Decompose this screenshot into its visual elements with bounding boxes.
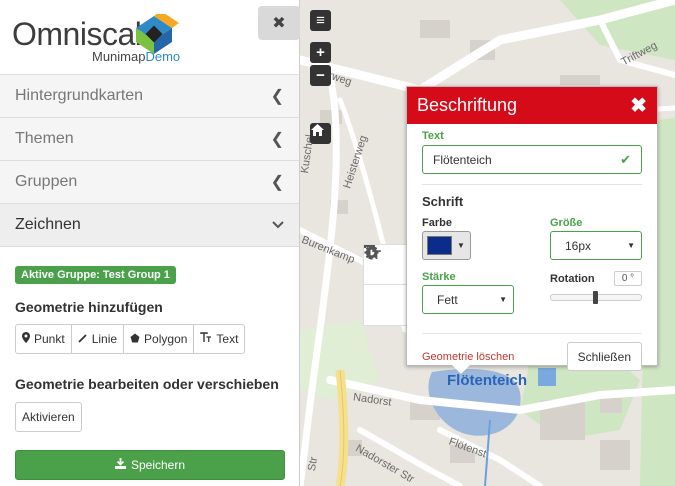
rotation-label: Rotation xyxy=(550,272,595,285)
section-label: Gruppen xyxy=(15,173,78,190)
button-label: Linie xyxy=(91,332,118,346)
label-text-input[interactable]: Flötenteich ✔ xyxy=(422,145,642,174)
caret-down-icon: ▼ xyxy=(457,241,465,250)
save-label: Speichern xyxy=(130,458,186,472)
color-label: Farbe xyxy=(422,217,452,229)
logo-mark-icon xyxy=(136,14,179,54)
activate-edit-button[interactable]: Aktivieren xyxy=(15,402,82,432)
label-dialog: Beschriftung ✖ Text Flötenteich ✔ Schrif… xyxy=(406,86,658,374)
dialog-body: Text Flötenteich ✔ Schrift Farbe ▼ Größe… xyxy=(407,124,657,371)
close-icon[interactable]: ✖ xyxy=(630,93,647,118)
font-size-value: 16px xyxy=(565,238,592,253)
rotation-value: 0 ° xyxy=(614,271,642,286)
sidebar: Omniscale MunimapDemo ✖ Hintergrundkarte… xyxy=(0,0,300,486)
size-label: Größe xyxy=(550,217,583,229)
save-button[interactable]: Speichern xyxy=(15,450,285,480)
section-label: Hintergrundkarten xyxy=(15,87,144,104)
draw-panel: Aktive Gruppe: Test Group 1 Geometrie hi… xyxy=(0,247,299,480)
section-gruppen[interactable]: Gruppen ❮ xyxy=(0,161,299,204)
button-label: Polygon xyxy=(144,332,188,346)
label-text-value: Flötenteich xyxy=(433,152,492,167)
caret-down-icon: ▼ xyxy=(499,295,507,304)
section-zeichnen[interactable]: Zeichnen xyxy=(0,204,299,247)
font-weight-select[interactable]: Fett ▼ xyxy=(422,285,514,314)
map-label-str: Str xyxy=(305,456,321,472)
zoom-in-icon[interactable]: + xyxy=(310,42,331,63)
button-label: Text xyxy=(216,332,239,346)
font-weight-value: Fett xyxy=(437,292,458,307)
edit-geometry-title: Geometrie bearbeiten oder verschieben xyxy=(15,376,279,392)
divider xyxy=(422,333,642,334)
add-line-button[interactable]: Linie xyxy=(71,324,125,354)
menu-icon[interactable]: ≡ xyxy=(310,10,331,31)
chevron-down-icon xyxy=(272,216,284,234)
color-swatch xyxy=(427,236,452,255)
pencil-icon xyxy=(78,332,88,346)
text-size-icon xyxy=(200,332,212,346)
close-dialog-button[interactable]: Schließen xyxy=(566,342,642,371)
map-feature-label[interactable]: Flötenteich xyxy=(447,372,527,389)
active-group-badge: Aktive Gruppe: Test Group 1 xyxy=(15,266,176,284)
logo-area: Omniscale MunimapDemo ✖ xyxy=(0,0,300,75)
text-size-icon[interactable] xyxy=(364,245,406,325)
close-sidebar-button[interactable]: ✖ xyxy=(258,6,300,40)
caret-down-icon: ▼ xyxy=(627,241,635,250)
add-point-button[interactable]: Punkt xyxy=(15,324,72,354)
zoom-out-icon[interactable]: − xyxy=(310,65,331,86)
text-label: Text xyxy=(422,130,444,142)
check-icon: ✔ xyxy=(620,151,631,167)
delete-geometry-link[interactable]: Geometrie löschen xyxy=(422,351,514,363)
add-text-button[interactable]: Text xyxy=(194,324,246,354)
chevron-left-icon: ❮ xyxy=(270,131,284,148)
draw-side-toolbar xyxy=(363,244,407,326)
color-size-row: Farbe ▼ Größe 16px ▼ xyxy=(422,217,642,260)
font-section-title: Schrift xyxy=(422,194,464,209)
button-label: Punkt xyxy=(34,332,65,346)
rotation-slider[interactable] xyxy=(550,291,642,304)
add-polygon-button[interactable]: Polygon xyxy=(124,324,195,354)
add-geometry-buttons: Punkt Linie Polygon Text xyxy=(15,324,284,354)
divider xyxy=(422,184,642,185)
pentagon-icon xyxy=(130,332,140,346)
weight-rotation-row: Stärke Fett ▼ Rotation 0 ° xyxy=(422,271,642,314)
color-picker[interactable]: ▼ xyxy=(422,231,471,260)
dialog-title: Beschriftung xyxy=(417,95,518,115)
add-geometry-title: Geometrie hinzufügen xyxy=(15,299,163,315)
chevron-left-icon: ❮ xyxy=(270,88,284,105)
section-label: Themen xyxy=(15,130,74,147)
dialog-footer: Geometrie löschen Schließen xyxy=(422,342,642,371)
slider-handle[interactable] xyxy=(593,291,598,304)
section-hintergrundkarten[interactable]: Hintergrundkarten ❮ xyxy=(0,75,299,118)
dialog-header: Beschriftung ✖ xyxy=(407,87,657,124)
font-size-select[interactable]: 16px ▼ xyxy=(550,231,642,260)
section-label: Zeichnen xyxy=(15,216,81,233)
map-marker-icon xyxy=(22,332,30,346)
chevron-left-icon: ❮ xyxy=(270,174,284,191)
section-themen[interactable]: Themen ❮ xyxy=(0,118,299,161)
home-icon[interactable] xyxy=(310,123,331,144)
download-icon xyxy=(114,458,126,472)
weight-label: Stärke xyxy=(422,271,456,283)
